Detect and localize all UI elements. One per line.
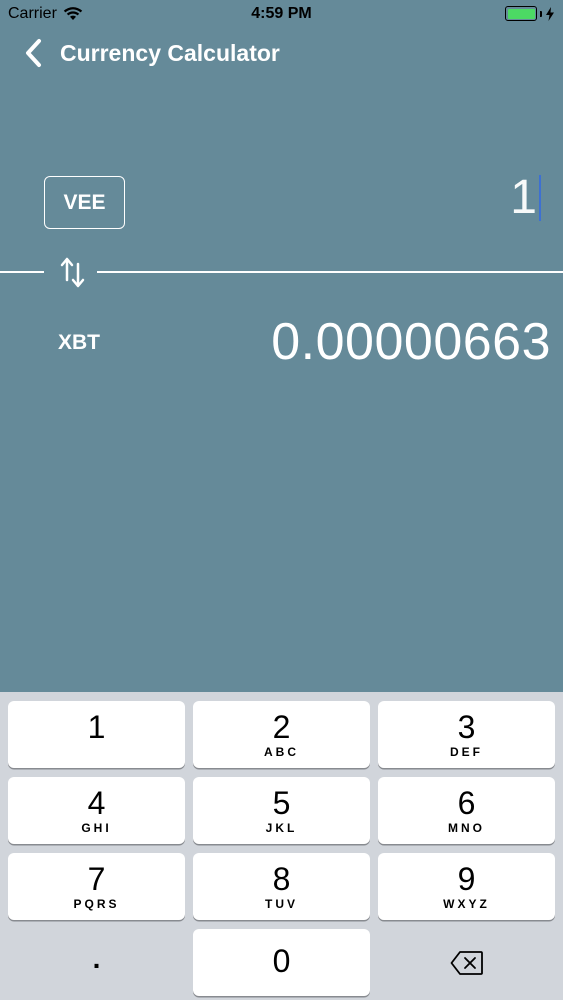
key-digit: 6 [457,785,476,821]
numeric-keypad: 1 2 ABC 3 DEF 4 GHI 5 JKL 6 MNO 7 PQRS 8… [0,692,563,1000]
back-chevron-icon[interactable] [22,38,48,68]
battery-fill [507,8,535,19]
backspace-icon [450,950,483,975]
key-7[interactable]: 7 PQRS [8,853,185,920]
to-amount-value: 0.00000663 [271,313,551,371]
key-6[interactable]: 6 MNO [378,777,555,844]
key-9[interactable]: 9 WXYZ [378,853,555,920]
key-digit: 2 [272,709,291,745]
from-currency-code: VEE [63,190,106,214]
key-letters: WXYZ [443,897,490,911]
key-5[interactable]: 5 JKL [193,777,370,844]
swap-arrows-icon[interactable] [58,254,88,290]
status-time: 4:59 PM [251,5,312,22]
from-amount-value: 1 [510,171,537,224]
key-decimal[interactable]: . [8,929,185,996]
key-8[interactable]: 8 TUV [193,853,370,920]
key-digit: 4 [87,785,106,821]
key-digit: 3 [457,709,476,745]
key-letters: GHI [81,821,112,835]
key-digit: 1 [87,709,106,745]
divider-left [0,271,44,273]
key-letters: JKL [265,821,298,835]
key-digit: 5 [272,785,291,821]
page-title: Currency Calculator [60,40,280,66]
key-digit: 9 [457,861,476,897]
key-digit: 7 [87,861,106,897]
key-2[interactable]: 2 ABC [193,701,370,768]
key-letters: DEF [450,745,483,759]
status-bar: Carrier 4:59 PM [0,0,563,30]
battery-cap [540,10,542,17]
to-currency-code[interactable]: XBT [58,331,100,355]
key-letters: TUV [265,897,298,911]
key-delete[interactable] [378,929,555,996]
key-letters: MNO [448,821,485,835]
key-0[interactable]: 0 [193,929,370,996]
key-4[interactable]: 4 GHI [8,777,185,844]
key-letters: ABC [264,745,299,759]
key-3[interactable]: 3 DEF [378,701,555,768]
decimal-label: . [92,942,101,974]
from-currency-button[interactable]: VEE [44,176,125,229]
text-cursor [539,174,541,221]
key-1[interactable]: 1 [8,701,185,768]
charging-bolt-icon [546,6,554,21]
key-digit: 8 [272,861,291,897]
battery-icon [505,6,537,21]
key-letters: PQRS [73,897,120,911]
key-digit: 0 [272,943,291,979]
from-amount-field[interactable]: 1 [510,170,541,225]
battery-group [505,6,555,21]
divider-right [97,271,563,273]
navigation-bar: Currency Calculator [0,32,563,76]
